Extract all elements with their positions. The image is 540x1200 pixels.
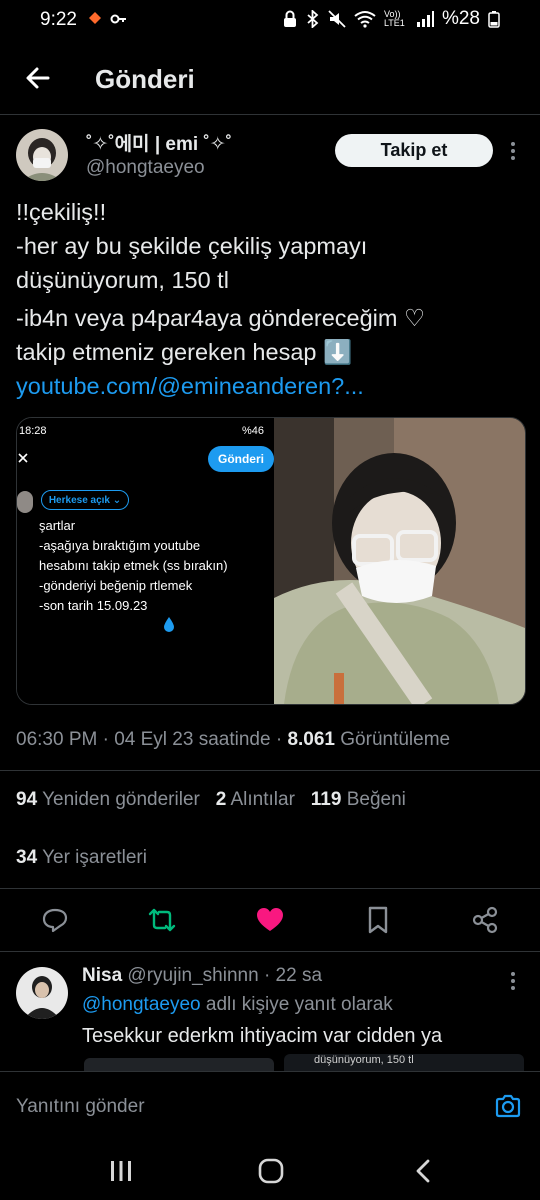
quotes-count: 2 — [215, 789, 227, 810]
camera-icon[interactable] — [494, 1092, 522, 1120]
tweet-line: düşünüyorum, 150 tl — [16, 267, 229, 293]
follow-button[interactable]: Takip et — [335, 134, 493, 167]
media-screenshot[interactable]: 18:28 %46 Gönderi Herkese açık ⌄ şartlar… — [17, 418, 274, 704]
system-icons: Vo)) LTE1 %28 — [282, 8, 500, 30]
back-nav-icon[interactable] — [412, 1158, 434, 1184]
quotes-label: Alıntılar — [230, 789, 295, 810]
reply-media-preview-right: düşünüyorum, 150 tl — [284, 1054, 524, 1072]
water-drop-icon — [164, 617, 174, 632]
bookmarks-stat[interactable]: 34 Yer işaretleri — [16, 847, 147, 869]
share-icon[interactable] — [470, 905, 500, 935]
tweet-text: !!çekiliş!! -her ay bu şekilde çekiliş y… — [16, 195, 516, 403]
system-nav-bar — [0, 1143, 540, 1200]
status-time: 9:22 — [40, 9, 77, 30]
screenshot-send-button: Gönderi — [208, 446, 274, 472]
reply-avatar[interactable] — [16, 967, 68, 1019]
tweet-action-bar — [0, 900, 540, 944]
bookmarks-label: Yer işaretleri — [42, 847, 147, 868]
likes-label: Beğeni — [346, 789, 406, 810]
screenshot-avatar — [17, 491, 33, 513]
screenshot-line: -gönderiyi beğenip rtlemek — [39, 578, 193, 593]
likes-stat[interactable]: 119 Beğeni — [311, 789, 406, 810]
replying-to: @hongtaeyeo adlı kişiye yanıt olarak — [82, 994, 393, 1016]
retweet-icon[interactable] — [147, 905, 177, 935]
screenshot-audience-chip: Herkese açık ⌄ — [41, 490, 129, 510]
wifi-icon — [354, 11, 376, 28]
author-name[interactable]: ˚✧˚에미 | emi ˚✧˚ — [86, 129, 232, 156]
status-bar: 9:22 Vo)) LTE1 %28 — [0, 0, 540, 40]
tweet-link[interactable]: youtube.com/@emineanderen?... — [16, 369, 516, 403]
battery-label: %28 — [441, 8, 480, 29]
bookmark-icon[interactable] — [363, 905, 393, 935]
reply-icon[interactable] — [40, 905, 70, 935]
likes-count: 119 — [310, 789, 342, 810]
author-avatar-image — [16, 129, 68, 181]
divider — [0, 888, 540, 889]
mute-icon — [328, 10, 346, 28]
bookmarks-count: 34 — [16, 847, 38, 868]
screenshot-line: hesabını takip etmek (ss bırakın) — [39, 558, 228, 573]
reply-text: Tesekkur ederkm ihtiyacim var cidden ya — [82, 1025, 443, 1047]
reply-author-handle[interactable]: @ryujin_shinnn — [127, 965, 258, 986]
recent-apps-icon[interactable] — [108, 1159, 134, 1183]
author-avatar[interactable] — [16, 129, 68, 181]
reply-header: Nisa @ryujin_shinnn · 22 sa — [82, 965, 322, 987]
screenshot-audience: Herkese açık — [48, 494, 110, 506]
tweet-line: -ib4n veya p4par4aya göndereceğim ♡ — [16, 305, 426, 331]
reply-more-options-icon[interactable] — [506, 970, 520, 992]
screenshot-line: -aşağıya bıraktığım youtube — [39, 538, 201, 553]
app-notification-icon — [89, 12, 126, 24]
tweet-line: takip etmeniz gereken hesap ⬇️ — [16, 339, 353, 365]
screenshot-battery: %46 — [242, 425, 265, 437]
tweet-timestamp: 06:30 PM · 04 Eyl 23 saatinde · — [16, 729, 283, 750]
more-options-icon[interactable] — [506, 140, 520, 162]
notification-icons — [86, 9, 130, 34]
reply-input[interactable]: Yanıtını gönder — [16, 1096, 145, 1118]
volte-label: Vo)) LTE1 — [383, 9, 405, 28]
screenshot-body: şartlar -aşağıya bıraktığım youtube hesa… — [39, 516, 228, 616]
media-photo[interactable] — [274, 418, 525, 704]
reply-composer: Yanıtını gönder — [0, 1071, 540, 1144]
views-count: 8.061 — [287, 729, 335, 750]
divider — [0, 951, 540, 952]
home-icon[interactable] — [257, 1157, 285, 1185]
back-arrow-icon[interactable] — [22, 62, 54, 94]
signal-icon — [416, 11, 434, 27]
retweets-stat[interactable]: 94 Yeniden gönderiler — [16, 789, 200, 810]
reply-to-handle[interactable]: @hongtaeyeo — [82, 994, 201, 1015]
screenshot-line: -son tarih 15.09.23 — [39, 598, 148, 613]
screenshot-line: şartlar — [39, 518, 76, 533]
screenshot-time: 18:28 — [19, 425, 47, 437]
bluetooth-icon — [307, 10, 319, 28]
battery-icon — [488, 11, 500, 28]
author-handle[interactable]: @hongtaeyeo — [86, 157, 205, 179]
reply-preview-text: düşünüyorum, 150 tl — [314, 1054, 414, 1066]
reply-time: · 22 sa — [263, 965, 323, 986]
views-label: Görüntüleme — [340, 729, 451, 750]
engagement-stats: 94 Yeniden gönderiler 2 Alıntılar 119 Be… — [16, 789, 406, 811]
retweets-count: 94 — [16, 789, 38, 810]
lock-icon — [283, 10, 296, 27]
close-icon — [18, 453, 28, 463]
tweet-line: -her ay bu şekilde çekiliş yapmayı — [16, 233, 368, 259]
top-app-bar: Gönderi — [0, 40, 540, 115]
quotes-stat[interactable]: 2 Alıntılar — [216, 789, 295, 810]
retweets-label: Yeniden gönderiler — [42, 789, 200, 810]
page-title: Gönderi — [95, 64, 195, 94]
reply-avatar-image — [16, 967, 68, 1019]
reply-author-name[interactable]: Nisa — [82, 965, 122, 986]
tweet-media[interactable]: 18:28 %46 Gönderi Herkese açık ⌄ şartlar… — [16, 417, 526, 705]
divider — [0, 770, 540, 771]
like-heart-icon[interactable] — [255, 905, 285, 935]
reply-to-suffix: adlı kişiye yanıt olarak — [205, 994, 393, 1015]
tweet-line: !!çekiliş!! — [16, 199, 107, 225]
tweet-meta: 06:30 PM · 04 Eyl 23 saatinde · 8.061 Gö… — [16, 729, 450, 751]
